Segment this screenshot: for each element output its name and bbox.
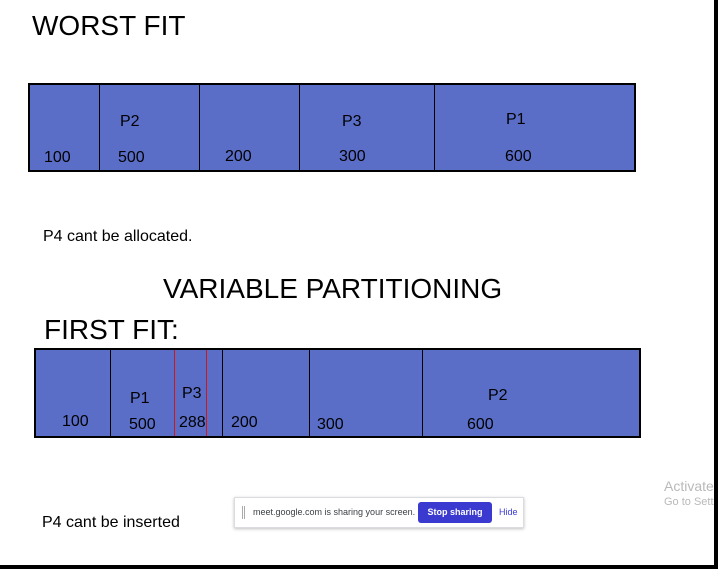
- drag-handle-icon[interactable]: [242, 506, 245, 519]
- partition-divider: [199, 85, 200, 170]
- first-fit-memory-bar: 100 P1 500 P3 288 200 300 P2 600: [34, 348, 641, 438]
- block-size: 288: [179, 414, 206, 431]
- worst-fit-memory-bar: 100 P2 500 200 P3 300 P1 600: [28, 83, 636, 172]
- slide: WORST FIT 100 P2 500 200 P3 300 P1 600 P…: [0, 0, 714, 565]
- block-process: P2: [120, 113, 140, 130]
- block-process: P2: [488, 387, 508, 404]
- block-size: 500: [118, 149, 145, 166]
- worst-fit-note: P4 cant be allocated.: [43, 228, 193, 245]
- block-size: 200: [225, 148, 252, 165]
- partition-divider: [309, 350, 310, 436]
- worst-fit-title: WORST FIT: [32, 10, 186, 41]
- partition-divider: [99, 85, 100, 170]
- block-size: 300: [339, 148, 366, 165]
- stop-sharing-button[interactable]: Stop sharing: [418, 502, 492, 523]
- partition-divider: [422, 350, 423, 436]
- block-process: P1: [506, 111, 526, 128]
- allocation-marker: [174, 350, 175, 436]
- activate-windows-subtext: Go to Setti: [664, 496, 714, 508]
- hide-button[interactable]: Hide: [499, 507, 518, 517]
- partition-divider: [110, 350, 111, 436]
- allocation-marker: [206, 350, 207, 436]
- first-fit-note: P4 cant be inserted: [42, 514, 180, 531]
- screen-share-bar: meet.google.com is sharing your screen. …: [234, 497, 524, 528]
- block-size: 600: [505, 148, 532, 165]
- block-process: P1: [130, 390, 150, 407]
- block-size: 100: [62, 413, 89, 430]
- block-size: 100: [44, 149, 71, 166]
- partition-divider: [434, 85, 435, 170]
- section-title: VARIABLE PARTITIONING: [163, 273, 503, 304]
- block-process: P3: [342, 113, 362, 130]
- block-process: P3: [182, 385, 202, 402]
- partition-divider: [299, 85, 300, 170]
- activate-windows-watermark: Activate: [664, 478, 714, 494]
- block-size: 300: [317, 416, 344, 433]
- block-size: 600: [467, 416, 494, 433]
- partition-divider: [222, 350, 223, 436]
- screen-share-message: meet.google.com is sharing your screen.: [253, 507, 416, 517]
- block-size: 500: [129, 416, 156, 433]
- first-fit-title: FIRST FIT:: [44, 314, 179, 345]
- block-size: 200: [231, 414, 258, 431]
